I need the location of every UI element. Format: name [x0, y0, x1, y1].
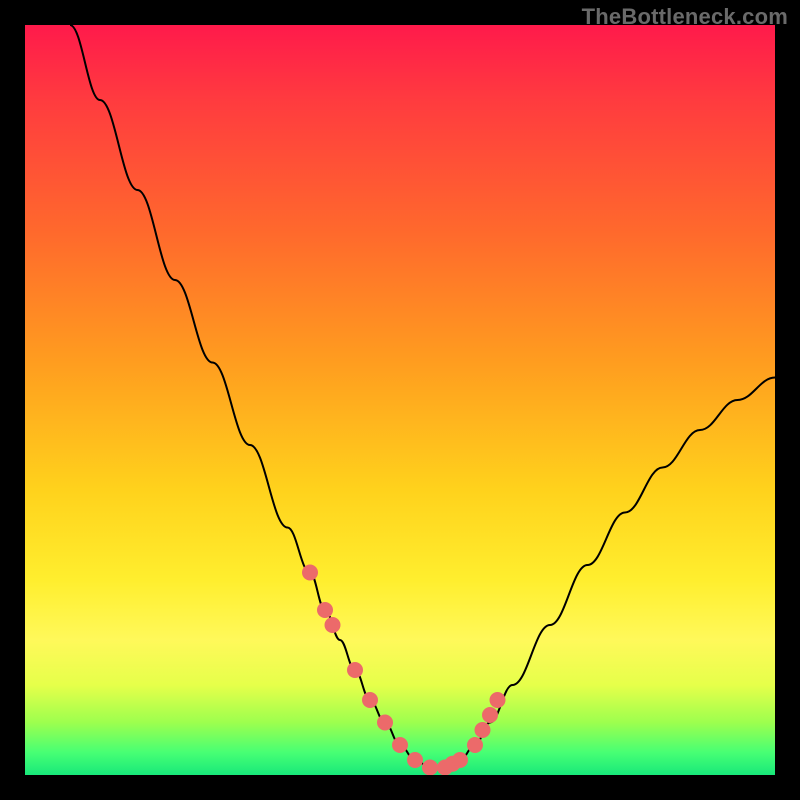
chart-frame: TheBottleneck.com: [0, 0, 800, 800]
highlight-bead: [347, 662, 363, 678]
highlight-bead: [362, 692, 378, 708]
highlight-bead: [392, 737, 408, 753]
highlight-bead: [475, 722, 491, 738]
highlight-bead: [490, 692, 506, 708]
highlight-bead: [467, 737, 483, 753]
highlight-bead: [317, 602, 333, 618]
highlight-bead: [302, 565, 318, 581]
highlight-bead: [407, 752, 423, 768]
highlight-bead: [325, 617, 341, 633]
highlight-bead: [422, 760, 438, 776]
bottleneck-curve: [70, 25, 775, 768]
highlight-bead: [377, 715, 393, 731]
plot-area: [25, 25, 775, 775]
watermark-label: TheBottleneck.com: [582, 4, 788, 30]
highlight-bead: [452, 752, 468, 768]
chart-svg: [25, 25, 775, 775]
highlight-bead: [482, 707, 498, 723]
